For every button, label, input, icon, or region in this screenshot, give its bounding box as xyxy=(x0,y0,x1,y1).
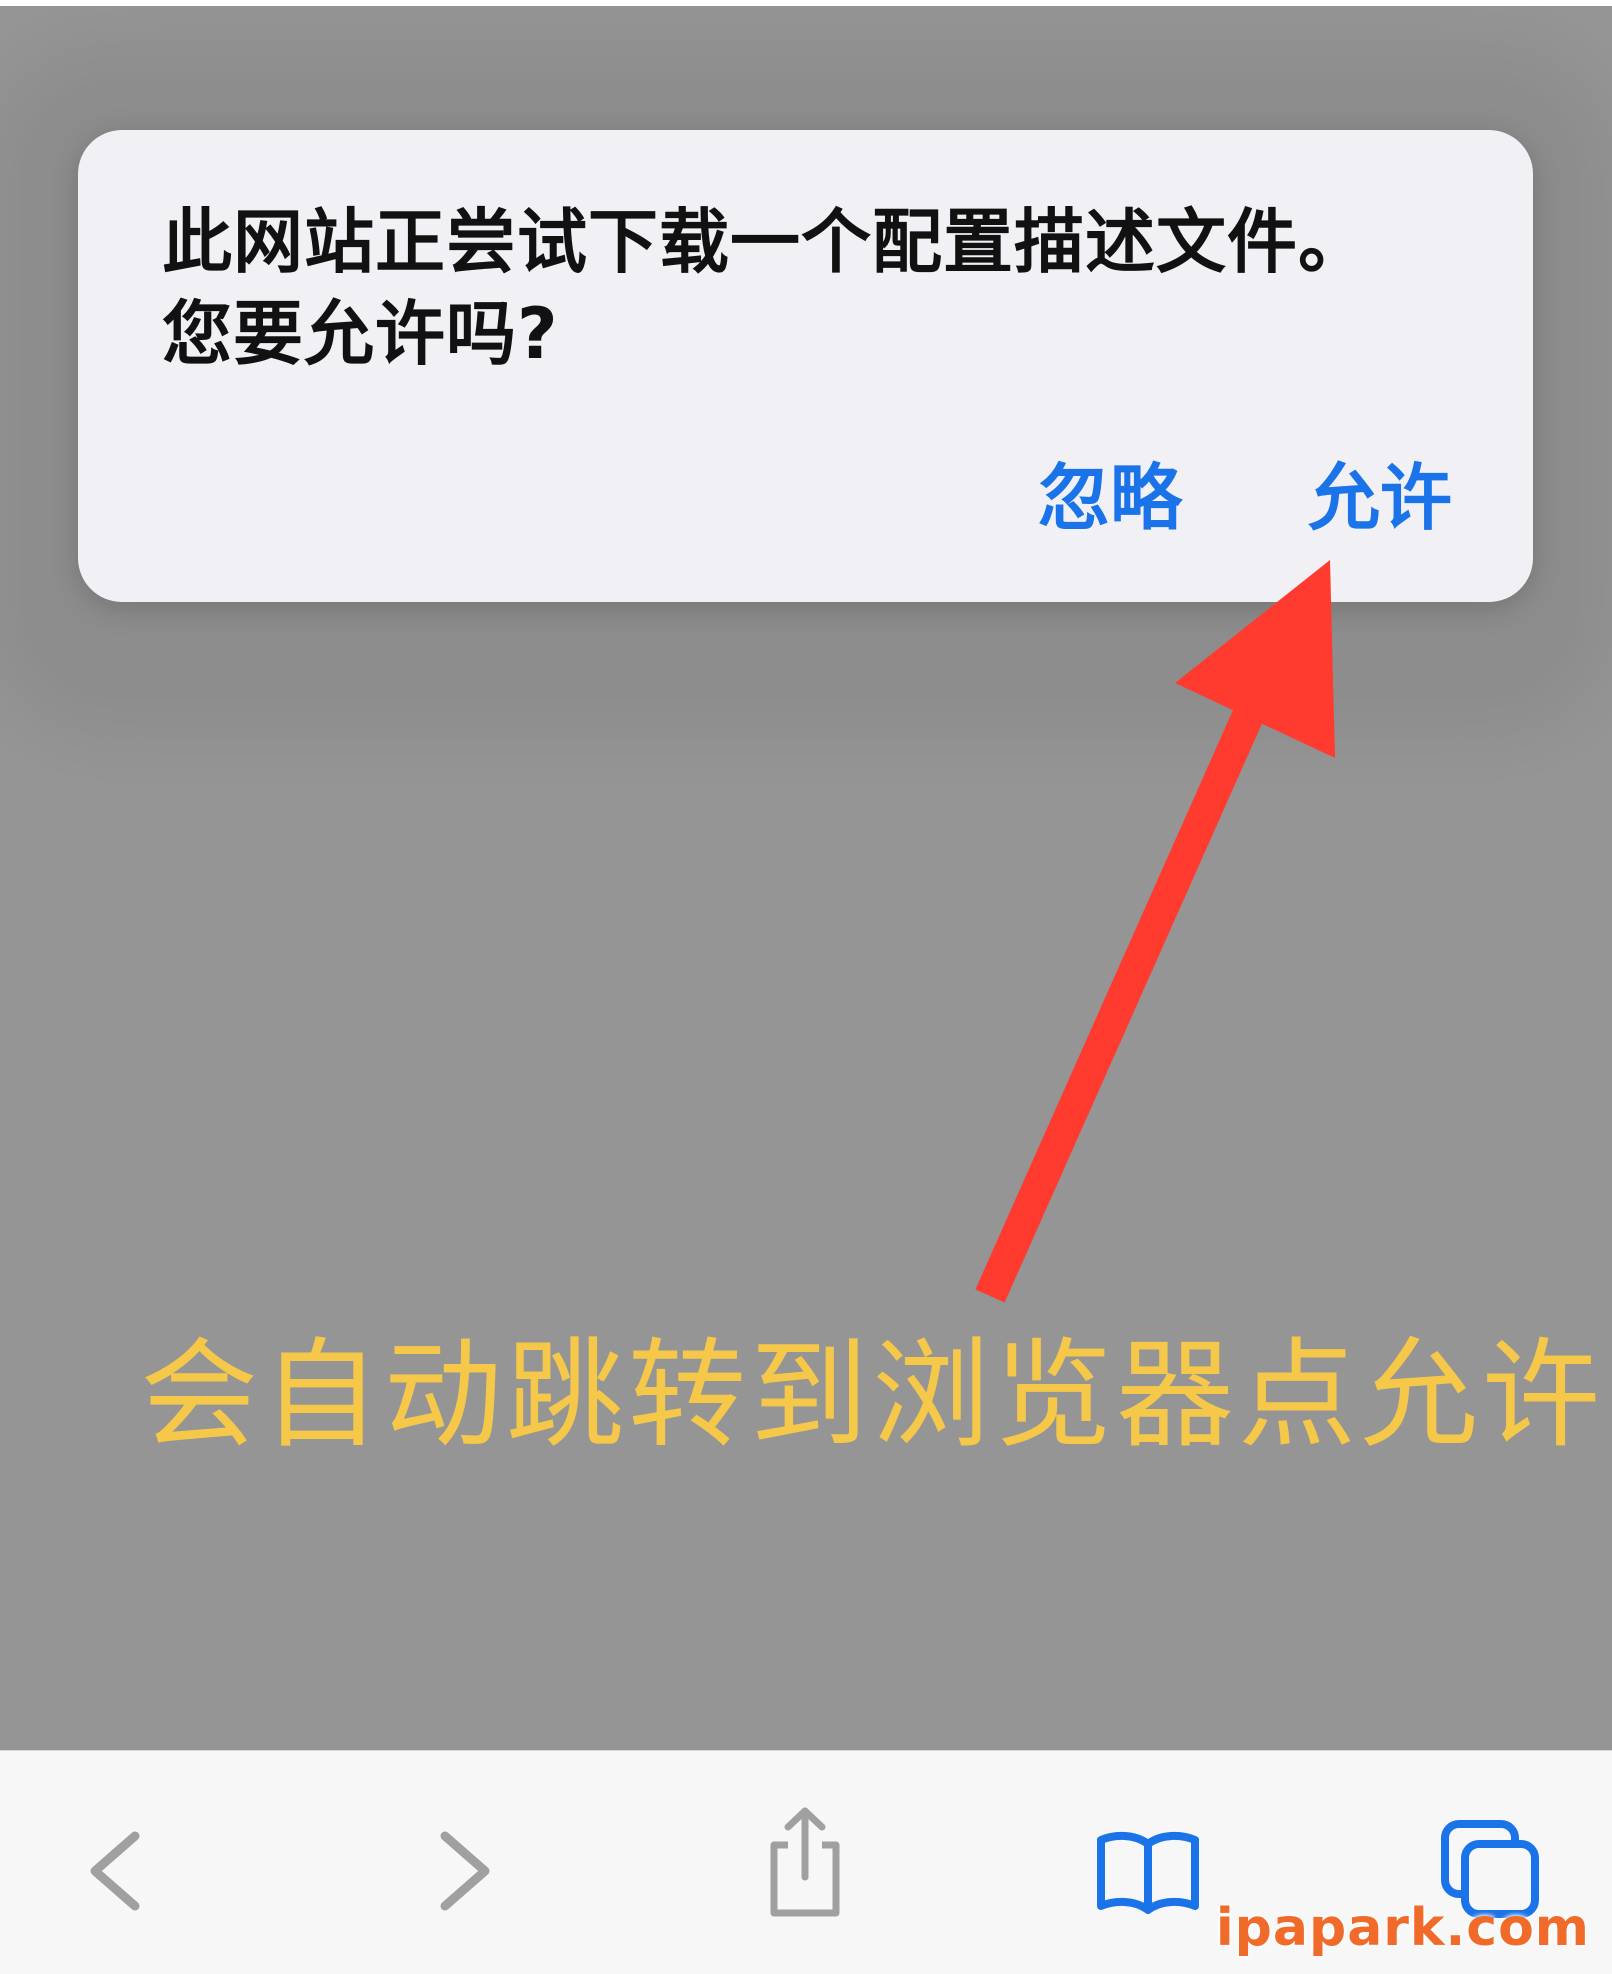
chevron-left-icon xyxy=(90,1831,140,1911)
allow-button[interactable]: 允许 xyxy=(1308,450,1452,546)
share-icon xyxy=(770,1807,840,1917)
alert-message-line-1: 此网站正尝试下载一个配置描述文件。 xyxy=(162,201,1369,283)
bookmarks-button[interactable] xyxy=(1088,1811,1208,1931)
back-button[interactable] xyxy=(55,1811,175,1931)
profile-download-alert: 此网站正尝试下载一个配置描述文件。 您要允许吗? 忽略 允许 xyxy=(78,130,1533,602)
page-background: 此网站正尝试下载一个配置描述文件。 您要允许吗? 忽略 允许 会自动跳转到浏览器… xyxy=(0,0,1612,1750)
arrow-shaft xyxy=(975,693,1270,1303)
chevron-right-icon xyxy=(440,1831,490,1911)
share-button[interactable] xyxy=(745,1803,865,1923)
instruction-caption: 会自动跳转到浏览器点允许 xyxy=(140,1326,1605,1464)
forward-button[interactable] xyxy=(405,1811,525,1931)
ignore-button[interactable]: 忽略 xyxy=(1038,450,1182,546)
book-icon xyxy=(1097,1831,1199,1914)
site-watermark: ipapark.com xyxy=(1215,1898,1590,1958)
alert-message: 此网站正尝试下载一个配置描述文件。 您要允许吗? xyxy=(162,196,1462,380)
alert-message-line-2: 您要允许吗? xyxy=(162,293,559,375)
top-strip xyxy=(0,0,1612,6)
safari-bottom-toolbar: ipapark.com xyxy=(0,1750,1612,1974)
